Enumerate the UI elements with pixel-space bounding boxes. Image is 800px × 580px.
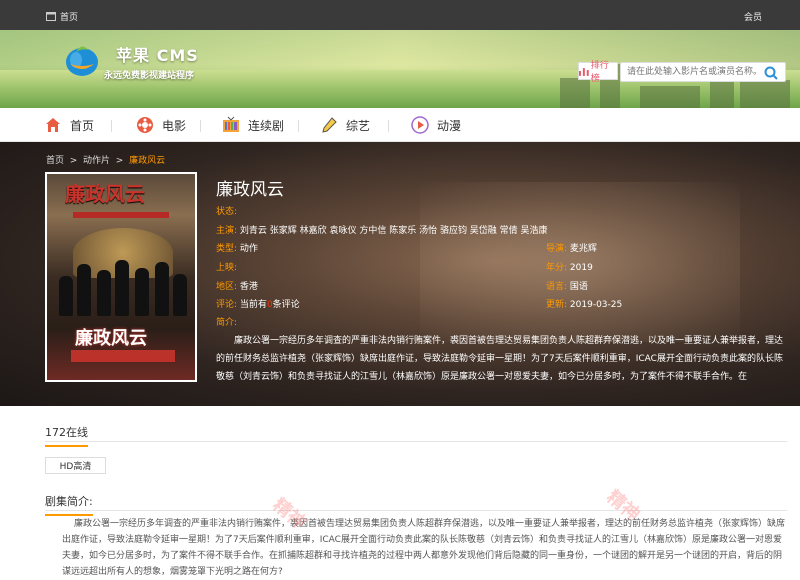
type-label: 类型: — [216, 244, 237, 254]
poster-figure — [135, 268, 149, 316]
synopsis-text: 廉政公署一宗经历多年调查的严重非法内销行贿案件，裘因首被告理达贸易集团负责人陈超… — [216, 332, 790, 386]
nav-item-tv-series[interactable]: 连续剧 — [222, 115, 284, 135]
episode-button[interactable]: HD高清 — [45, 457, 106, 474]
rank-button[interactable]: 排行榜 — [578, 62, 618, 80]
rating-row: 评论: 当前有0条评论 — [216, 297, 300, 310]
poster-figure — [97, 270, 111, 316]
poster-bottom-band — [71, 350, 175, 362]
nav-divider — [388, 120, 389, 132]
language-value[interactable]: 国语 — [570, 282, 588, 292]
year-label: 年分: — [546, 263, 567, 273]
status-label: 状态: — [216, 207, 237, 217]
poster-bottom-title: 廉政风云 — [75, 324, 147, 350]
home-icon — [44, 116, 62, 134]
breadcrumb-current: 廉政风云 — [129, 156, 165, 166]
nav-divider — [298, 120, 299, 132]
play-source-header: 172在线 — [45, 420, 787, 442]
home-icon — [46, 12, 56, 21]
nav-label: 电影 — [162, 117, 186, 134]
cast-value[interactable]: 刘青云 张家辉 林嘉欣 袁咏仪 方中信 陈家乐 汤怡 骆应钧 吴岱融 常倩 吴浩… — [240, 226, 548, 236]
pen-icon — [320, 116, 338, 134]
search-icon[interactable] — [763, 65, 779, 81]
rating-label: 评论: — [216, 300, 237, 310]
nav-item-variety[interactable]: 综艺 — [320, 115, 370, 135]
intro-title: 剧集简介: — [45, 493, 93, 516]
site-slogan: 永远免费影视建站程序 — [104, 68, 194, 81]
status-row: 状态: — [216, 204, 237, 217]
director-label: 导演: — [546, 244, 567, 254]
cast-label: 主演: — [216, 226, 237, 236]
region-value[interactable]: 香港 — [240, 282, 258, 292]
apple-logo-icon[interactable] — [62, 38, 102, 78]
poster-subtitle-bar — [73, 212, 169, 218]
search-box — [620, 62, 786, 82]
header-banner: 苹果 CMS 永远免费影视建站程序 排行榜 — [0, 30, 800, 108]
director-row: 导演: 麦兆辉 — [546, 241, 597, 254]
intro-text: 廉政公署一宗经历多年调查的严重非法内销行贿案件，裘因首被告理达贸易集团负责人陈超… — [62, 516, 790, 580]
nav-item-home[interactable]: 首页 — [44, 115, 94, 135]
play-source-tab[interactable]: 172在线 — [45, 424, 88, 447]
nav-item-anime[interactable]: 动漫 — [411, 115, 461, 135]
intro-header: 剧集简介: — [45, 489, 787, 511]
breadcrumb-home[interactable]: 首页 — [46, 156, 64, 166]
breadcrumb-separator: > — [116, 156, 124, 166]
play-icon — [411, 116, 429, 134]
bar-chart-icon — [579, 67, 589, 76]
update-row: 更新: 2019-03-25 — [546, 297, 622, 310]
language-row: 语言: 国语 — [546, 279, 588, 292]
region-row: 地区: 香港 — [216, 279, 258, 292]
update-value: 2019-03-25 — [570, 300, 622, 310]
banner-building — [640, 86, 700, 108]
rating-prefix: 当前有 — [240, 300, 267, 310]
year-row: 年分: 2019 — [546, 260, 593, 273]
nav-label: 动漫 — [437, 117, 461, 134]
director-value[interactable]: 麦兆辉 — [570, 244, 597, 254]
type-row: 类型: 动作 — [216, 241, 258, 254]
nav-divider — [200, 120, 201, 132]
top-home-label: 首页 — [60, 10, 78, 23]
site-name[interactable]: 苹果 CMS — [116, 42, 199, 66]
update-label: 更新: — [546, 300, 567, 310]
film-icon — [136, 116, 154, 134]
type-value[interactable]: 动作 — [240, 244, 258, 254]
main-nav: 首页 电影 连续剧 综艺 动漫 — [0, 108, 800, 142]
release-label: 上映: — [216, 263, 237, 273]
nav-divider — [111, 120, 112, 132]
poster-figure — [77, 264, 91, 316]
breadcrumb: 首页 > 动作片 > 廉政风云 — [46, 153, 165, 166]
movie-title: 廉政风云 — [216, 175, 284, 200]
top-home-link[interactable]: 首页 — [46, 10, 78, 23]
nav-item-movie[interactable]: 电影 — [136, 115, 186, 135]
synopsis-label: 简介: — [216, 318, 237, 328]
cast-row: 主演: 刘青云 张家辉 林嘉欣 袁咏仪 方中信 陈家乐 汤怡 骆应钧 吴岱融 常… — [216, 223, 548, 236]
banner-building — [740, 80, 790, 108]
rating-suffix: 条评论 — [273, 300, 300, 310]
synopsis-row: 简介: — [216, 315, 237, 328]
rank-label: 排行榜 — [591, 58, 617, 84]
nav-label: 连续剧 — [248, 117, 284, 134]
poster-figure — [115, 260, 129, 316]
banner-building — [560, 78, 590, 108]
movie-poster[interactable]: 廉政风云 廉政风云 — [45, 172, 197, 382]
nav-label: 综艺 — [346, 117, 370, 134]
region-label: 地区: — [216, 282, 237, 292]
top-bar: 首页 会员 — [0, 0, 800, 30]
language-label: 语言: — [546, 282, 567, 292]
poster-figure — [173, 274, 187, 316]
breadcrumb-separator: > — [70, 156, 78, 166]
nav-label: 首页 — [70, 117, 94, 134]
member-link[interactable]: 会员 — [744, 10, 762, 23]
movie-detail-panel: 首页 > 动作片 > 廉政风云 廉政风云 廉政风云 廉政风云 状态: 主演: 刘… — [0, 142, 800, 406]
poster-figure — [59, 276, 73, 316]
search-input[interactable] — [627, 65, 757, 79]
breadcrumb-category[interactable]: 动作片 — [83, 156, 110, 166]
poster-title: 廉政风云 — [65, 178, 145, 207]
year-value[interactable]: 2019 — [570, 263, 593, 273]
tv-icon — [222, 116, 240, 134]
release-row: 上映: — [216, 260, 237, 273]
poster-figure — [155, 262, 169, 316]
